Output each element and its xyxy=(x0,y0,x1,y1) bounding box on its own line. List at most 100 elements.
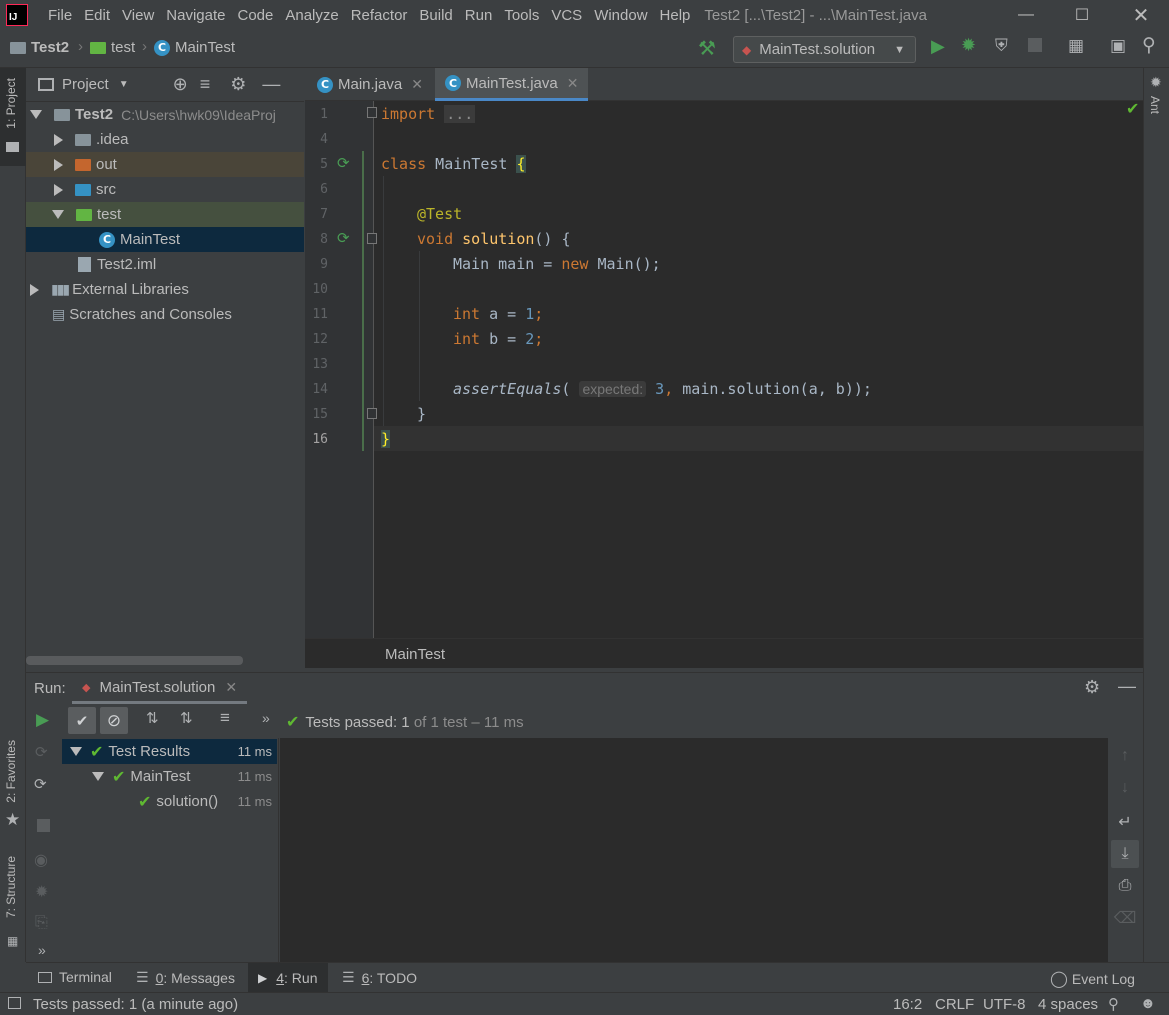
menu-window[interactable]: Window xyxy=(594,7,647,24)
close-window-icon[interactable]: ✕ xyxy=(1113,0,1169,30)
trash-icon[interactable]: ⌫ xyxy=(1111,904,1139,932)
breadcrumb-maintest[interactable]: C MainTest xyxy=(154,39,235,56)
menu-code[interactable]: Code xyxy=(237,7,273,24)
project-structure-icon[interactable]: ▦ xyxy=(1068,36,1084,56)
menu-run[interactable]: Run xyxy=(465,7,493,24)
tab-ant[interactable]: Ant xyxy=(1148,96,1162,114)
run-icon[interactable]: ▶ xyxy=(931,36,945,57)
toggle-tool-windows-icon[interactable] xyxy=(8,997,21,1009)
caret-position[interactable]: 16:2 xyxy=(893,996,922,1013)
indent-setting[interactable]: 4 spaces xyxy=(1038,996,1098,1013)
tab-maintest-java[interactable]: C MainTest.java ✕ xyxy=(435,68,589,101)
build-hammer-icon[interactable]: ⚒ xyxy=(698,36,716,61)
inspector-icon[interactable]: ☻ xyxy=(1140,995,1156,1012)
breadcrumb-project[interactable]: Test2 xyxy=(10,39,69,56)
expand-arrow-icon[interactable] xyxy=(92,772,104,781)
menu-build[interactable]: Build xyxy=(419,7,452,24)
tree-item-root[interactable]: Test2 C:\Users\hwk09\IdeaProj xyxy=(26,102,304,127)
chevron-down-icon[interactable]: ▼ xyxy=(119,79,129,90)
sort-duration-icon[interactable]: ⇅ xyxy=(180,709,193,727)
close-tab-icon[interactable]: ✕ xyxy=(567,75,579,92)
run-tab-maintest-solution[interactable]: ◆ MainTest.solution ✕ xyxy=(72,673,248,704)
run-test-gutter-icon[interactable]: ⟳ xyxy=(337,229,350,247)
tree-item-test[interactable]: test xyxy=(26,202,304,227)
gear-icon[interactable]: ⚙ xyxy=(230,74,246,95)
horizontal-scrollbar[interactable] xyxy=(26,656,243,665)
tool-run[interactable]: ▶ 4: Run xyxy=(248,963,328,993)
expand-arrow-icon[interactable] xyxy=(54,133,63,146)
test-method-row[interactable]: ✔ solution() 11 ms xyxy=(62,789,277,814)
project-title[interactable]: Project xyxy=(62,76,109,93)
fold-icon[interactable] xyxy=(367,233,377,244)
toggle-auto-test-icon[interactable]: ⟳ xyxy=(34,775,47,793)
tab-favorites[interactable]: 2: Favorites xyxy=(4,740,18,803)
tree-item-idea[interactable]: .idea xyxy=(26,127,304,152)
expand-arrow-icon[interactable] xyxy=(70,747,82,756)
menu-navigate[interactable]: Navigate xyxy=(166,7,225,24)
fold-icon[interactable] xyxy=(367,107,377,118)
no-problems-check-icon[interactable]: ✔ xyxy=(1126,99,1139,119)
more-actions-icon[interactable]: » xyxy=(38,942,46,958)
tool-event-log[interactable]: ◯ Event Log xyxy=(1050,969,1135,989)
run-console-output[interactable] xyxy=(280,738,1108,962)
run-config-select[interactable]: ◆ MainTest.solution ▼ xyxy=(733,36,916,63)
tool-todo[interactable]: ☰ 6: TODO xyxy=(342,969,417,986)
debug-bug-icon[interactable]: ✹ xyxy=(961,35,976,56)
tree-item-out[interactable]: out xyxy=(26,152,304,177)
show-ignored-toggle-icon[interactable]: ⊘ xyxy=(100,707,128,734)
tab-main-java[interactable]: C Main.java ✕ xyxy=(307,68,433,101)
presentation-icon[interactable]: ▣ xyxy=(1110,36,1126,56)
menu-file[interactable]: File xyxy=(48,7,72,24)
gear-icon[interactable]: ⚙ xyxy=(1084,677,1100,698)
minimize-icon[interactable]: — xyxy=(998,0,1054,30)
collapse-all-icon[interactable]: ≡ xyxy=(200,74,211,95)
line-separator[interactable]: CRLF xyxy=(935,996,974,1013)
tool-terminal[interactable]: Terminal xyxy=(38,969,112,985)
hide-panel-icon[interactable]: — xyxy=(1118,676,1136,697)
stop-icon[interactable] xyxy=(1028,38,1042,52)
menu-analyze[interactable]: Analyze xyxy=(285,7,338,24)
test-results-root[interactable]: ✔ Test Results 11 ms xyxy=(62,739,277,764)
tree-item-maintest[interactable]: C MainTest xyxy=(26,227,304,252)
tree-item-iml[interactable]: Test2.iml xyxy=(26,252,304,277)
tree-item-src[interactable]: src xyxy=(26,177,304,202)
editor-breadcrumb[interactable]: MainTest xyxy=(385,646,445,663)
menu-help[interactable]: Help xyxy=(660,7,691,24)
menu-refactor[interactable]: Refactor xyxy=(351,7,408,24)
maximize-icon[interactable]: ☐ xyxy=(1054,0,1110,30)
expand-arrow-icon[interactable] xyxy=(52,210,64,219)
search-icon[interactable]: ⚲ xyxy=(1142,34,1156,57)
tree-item-external-libraries[interactable]: ▮▮▮ External Libraries xyxy=(26,277,304,302)
tree-item-scratches[interactable]: ▤ Scratches and Consoles xyxy=(26,302,304,327)
more-actions-icon[interactable]: » xyxy=(262,710,270,726)
close-tab-icon[interactable]: ✕ xyxy=(411,76,423,93)
rerun-icon[interactable]: ▶ xyxy=(36,710,49,730)
locate-crosshair-icon[interactable]: ⊕ xyxy=(173,74,188,95)
print-icon[interactable]: ⎙ xyxy=(1111,872,1139,900)
menu-vcs[interactable]: VCS xyxy=(551,7,582,24)
tool-messages[interactable]: ☰ 0: Messages xyxy=(136,969,235,986)
soft-wrap-icon[interactable]: ↵ xyxy=(1111,808,1139,836)
scroll-to-end-icon[interactable]: ⤓ xyxy=(1111,840,1139,868)
stop-icon[interactable] xyxy=(37,819,50,832)
expand-arrow-icon[interactable] xyxy=(30,110,42,119)
export-icon[interactable]: ⎘ xyxy=(35,914,48,932)
code-editor[interactable] xyxy=(305,101,1143,638)
expand-arrow-icon[interactable] xyxy=(54,183,63,196)
lock-icon[interactable]: ⚲ xyxy=(1108,995,1119,1013)
breadcrumb-test[interactable]: test xyxy=(90,39,135,56)
debug-bug-icon[interactable]: ✹ xyxy=(35,882,48,902)
menu-view[interactable]: View xyxy=(122,7,154,24)
expand-arrow-icon[interactable] xyxy=(54,158,63,171)
status-message[interactable]: Tests passed: 1 (a minute ago) xyxy=(33,996,238,1013)
test-class-row[interactable]: ✔ MainTest 11 ms xyxy=(62,764,277,789)
camera-icon[interactable]: ◉ xyxy=(34,850,48,870)
close-tab-icon[interactable]: ✕ xyxy=(225,679,237,696)
tab-project[interactable]: 1: Project xyxy=(4,78,18,129)
rerun-failed-icon[interactable]: ⟳ xyxy=(35,743,48,761)
menu-edit[interactable]: Edit xyxy=(84,7,110,24)
expand-all-icon[interactable]: ≡ xyxy=(220,708,230,728)
fold-icon[interactable] xyxy=(367,408,377,419)
arrow-down-icon[interactable]: ↓ xyxy=(1111,774,1139,802)
file-encoding[interactable]: UTF-8 xyxy=(983,996,1026,1013)
